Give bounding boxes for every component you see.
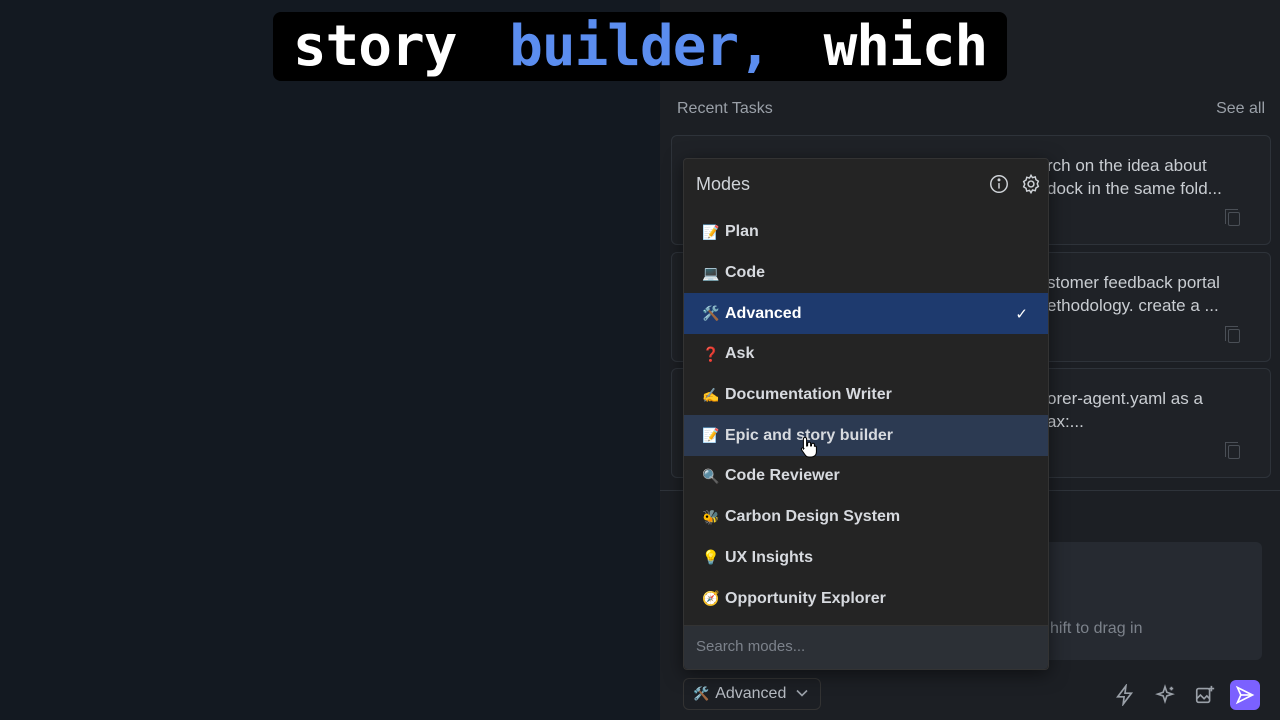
mode-item-advanced[interactable]: 🛠️ Advanced ✓: [684, 293, 1048, 335]
memo-icon: 📝: [702, 223, 720, 240]
search-modes-input[interactable]: Search modes...: [684, 625, 1048, 669]
video-caption: story builder, which: [0, 12, 1280, 81]
lightning-button[interactable]: [1110, 680, 1140, 710]
tools-icon: 🛠️: [693, 686, 710, 701]
memo-icon: 📝: [702, 427, 720, 444]
compass-icon: 🧭: [702, 590, 720, 607]
task-text: rch on the idea about dock in the same f…: [1047, 156, 1222, 198]
add-image-icon: [1195, 685, 1215, 704]
bee-icon: 🐝: [702, 508, 720, 525]
mode-item-code-reviewer[interactable]: 🔍 Code Reviewer: [684, 456, 1048, 497]
modes-dropdown: Modes 📝 Plan 💻 Code 🛠️ Advanced ✓ ❓ Ask …: [683, 158, 1049, 670]
task-text: orer-agent.yaml as a ax:...: [1047, 389, 1203, 431]
check-icon: ✓: [1015, 306, 1028, 324]
copy-icon[interactable]: [1225, 326, 1240, 343]
mode-item-carbon-design-system[interactable]: 🐝 Carbon Design System: [684, 497, 1048, 538]
sparkle-icon: [1155, 684, 1175, 705]
add-image-button[interactable]: [1190, 680, 1220, 710]
modes-title: Modes: [696, 173, 751, 194]
send-icon: [1235, 685, 1255, 705]
info-icon[interactable]: [988, 173, 1010, 195]
task-text: stomer feedback portal ethodology. creat…: [1047, 273, 1220, 315]
mode-label: Advanced: [725, 304, 802, 322]
caption-word-3: which: [813, 12, 998, 81]
sparkle-button[interactable]: [1150, 680, 1180, 710]
recent-tasks-header: Recent Tasks See all: [677, 100, 1265, 118]
gear-icon[interactable]: [1020, 173, 1042, 195]
lightbulb-icon: 💡: [702, 549, 720, 566]
lightning-icon: [1116, 684, 1134, 706]
copy-icon[interactable]: [1225, 442, 1240, 459]
mode-item-ask[interactable]: ❓ Ask: [684, 334, 1048, 375]
mode-item-code[interactable]: 💻 Code: [684, 253, 1048, 294]
mode-label: Ask: [725, 345, 755, 363]
copy-icon[interactable]: [1225, 209, 1240, 226]
mode-item-plan[interactable]: 📝 Plan: [684, 212, 1048, 253]
tools-icon: 🛠️: [702, 305, 720, 322]
laptop-icon: 💻: [702, 264, 720, 281]
chevron-down-icon: [796, 688, 808, 700]
hand-cursor-icon: [800, 436, 817, 458]
send-button[interactable]: [1230, 680, 1260, 710]
mode-label: Carbon Design System: [725, 508, 901, 526]
mode-selector-label: Advanced: [715, 685, 787, 702]
mode-item-epic-story-builder[interactable]: 📝 Epic and story builder: [684, 415, 1048, 457]
question-icon: ❓: [702, 345, 720, 362]
caption-word-1: story: [282, 12, 467, 81]
magnifier-icon: 🔍: [702, 467, 720, 484]
chat-toolbar: [1110, 680, 1260, 710]
mode-label: Plan: [725, 223, 759, 241]
mode-label: Code Reviewer: [725, 467, 840, 485]
see-all-link[interactable]: See all: [1216, 100, 1265, 118]
editor-pane: [0, 0, 660, 720]
mode-label: Opportunity Explorer: [725, 589, 886, 607]
caption-word-2: builder,: [499, 12, 781, 81]
mode-label: UX Insights: [725, 548, 814, 566]
mode-label: Code: [725, 264, 765, 282]
modes-header: Modes: [696, 173, 1042, 195]
mode-item-documentation-writer[interactable]: ✍️ Documentation Writer: [684, 375, 1048, 416]
mode-item-opportunity-explorer[interactable]: 🧭 Opportunity Explorer: [684, 578, 1048, 619]
mode-label: Documentation Writer: [725, 386, 892, 404]
mode-selector-button[interactable]: 🛠️ Advanced: [683, 678, 821, 710]
chat-input-placeholder: hift to drag in: [1050, 620, 1143, 637]
mode-item-ux-insights[interactable]: 💡 UX Insights: [684, 538, 1048, 579]
writing-hand-icon: ✍️: [702, 386, 720, 403]
recent-tasks-title: Recent Tasks: [677, 100, 773, 117]
mode-list: 📝 Plan 💻 Code 🛠️ Advanced ✓ ❓ Ask ✍️ Doc…: [684, 212, 1048, 619]
